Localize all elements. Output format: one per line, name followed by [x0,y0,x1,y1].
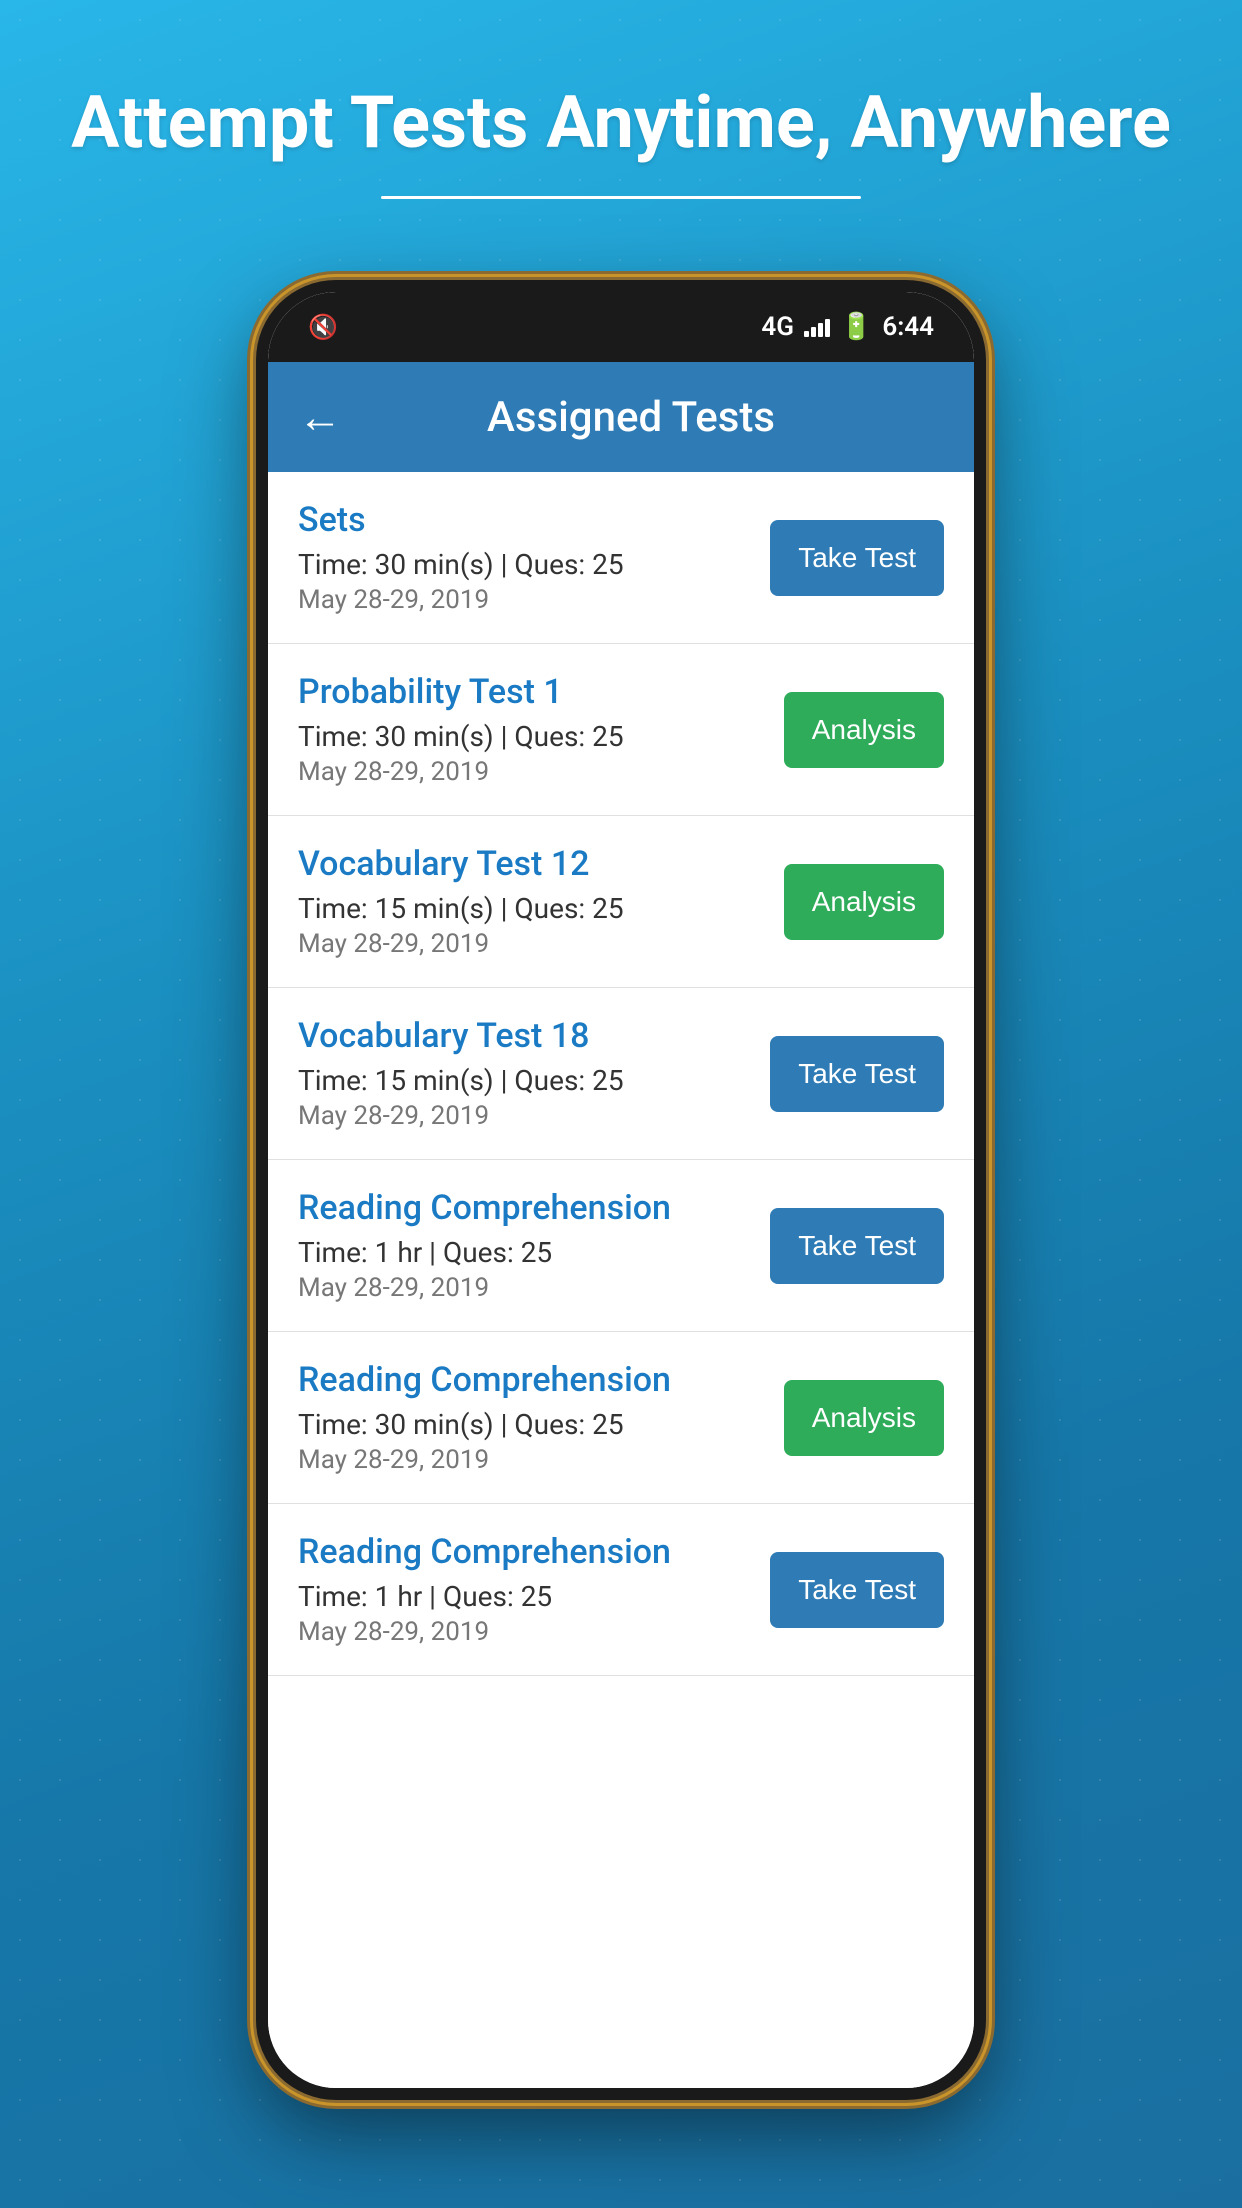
list-item: Reading Comprehension Time: 1 hr | Ques:… [268,1160,974,1332]
test-details: Time: 30 min(s) | Ques: 25 [298,720,784,753]
test-details: Time: 1 hr | Ques: 25 [298,1580,770,1613]
phone-frame: 🔇 4G 🔋 6:44 ← Assigned Tests Sets Time: … [256,280,986,2100]
test-info: Sets Time: 30 min(s) | Ques: 25 May 28-2… [298,500,770,615]
take-test-button[interactable]: Take Test [770,1036,944,1112]
test-name: Sets [298,500,770,540]
list-item: Vocabulary Test 18 Time: 15 min(s) | Que… [268,988,974,1160]
test-name: Reading Comprehension [298,1360,784,1400]
network-indicator: 4G [761,312,794,342]
test-name: Vocabulary Test 18 [298,1016,770,1056]
test-list: Sets Time: 30 min(s) | Ques: 25 May 28-2… [268,472,974,2088]
test-info: Probability Test 1 Time: 30 min(s) | Que… [298,672,784,787]
test-date: May 28-29, 2019 [298,1273,770,1303]
battery-icon: 🔋 [840,312,872,342]
phone-screen: 🔇 4G 🔋 6:44 ← Assigned Tests Sets Time: … [268,292,974,2088]
back-button[interactable]: ← [298,391,342,443]
signal-bars-icon [804,317,830,337]
test-details: Time: 30 min(s) | Ques: 25 [298,1408,784,1441]
page-header: Attempt Tests Anytime, Anywhere [0,0,1242,279]
list-item: Probability Test 1 Time: 30 min(s) | Que… [268,644,974,816]
take-test-button[interactable]: Take Test [770,1208,944,1284]
test-info: Vocabulary Test 18 Time: 15 min(s) | Que… [298,1016,770,1131]
analysis-button[interactable]: Analysis [784,864,944,940]
speaker-icon: 🔇 [308,313,338,341]
list-item: Reading Comprehension Time: 30 min(s) | … [268,1332,974,1504]
list-item: Vocabulary Test 12 Time: 15 min(s) | Que… [268,816,974,988]
status-bar: 🔇 4G 🔋 6:44 [268,292,974,362]
analysis-button[interactable]: Analysis [784,1380,944,1456]
test-date: May 28-29, 2019 [298,1445,784,1475]
page-title: Attempt Tests Anytime, Anywhere [60,80,1182,166]
app-bar: ← Assigned Tests [268,362,974,472]
test-date: May 28-29, 2019 [298,757,784,787]
status-left: 🔇 [308,313,338,341]
take-test-button[interactable]: Take Test [770,520,944,596]
test-info: Vocabulary Test 12 Time: 15 min(s) | Que… [298,844,784,959]
test-date: May 28-29, 2019 [298,1101,770,1131]
test-info: Reading Comprehension Time: 30 min(s) | … [298,1360,784,1475]
status-right: 4G 🔋 6:44 [761,312,934,342]
test-date: May 28-29, 2019 [298,1617,770,1647]
test-name: Reading Comprehension [298,1188,770,1228]
analysis-button[interactable]: Analysis [784,692,944,768]
test-details: Time: 15 min(s) | Ques: 25 [298,892,784,925]
app-bar-title: Assigned Tests [362,393,900,442]
test-details: Time: 1 hr | Ques: 25 [298,1236,770,1269]
test-details: Time: 30 min(s) | Ques: 25 [298,548,770,581]
list-item: Sets Time: 30 min(s) | Ques: 25 May 28-2… [268,472,974,644]
divider [381,196,861,199]
test-details: Time: 15 min(s) | Ques: 25 [298,1064,770,1097]
test-info: Reading Comprehension Time: 1 hr | Ques:… [298,1188,770,1303]
test-date: May 28-29, 2019 [298,585,770,615]
test-name: Probability Test 1 [298,672,784,712]
list-item: Reading Comprehension Time: 1 hr | Ques:… [268,1504,974,1676]
take-test-button[interactable]: Take Test [770,1552,944,1628]
clock-time: 6:44 [882,312,934,342]
test-info: Reading Comprehension Time: 1 hr | Ques:… [298,1532,770,1647]
test-name: Reading Comprehension [298,1532,770,1572]
test-name: Vocabulary Test 12 [298,844,784,884]
test-date: May 28-29, 2019 [298,929,784,959]
